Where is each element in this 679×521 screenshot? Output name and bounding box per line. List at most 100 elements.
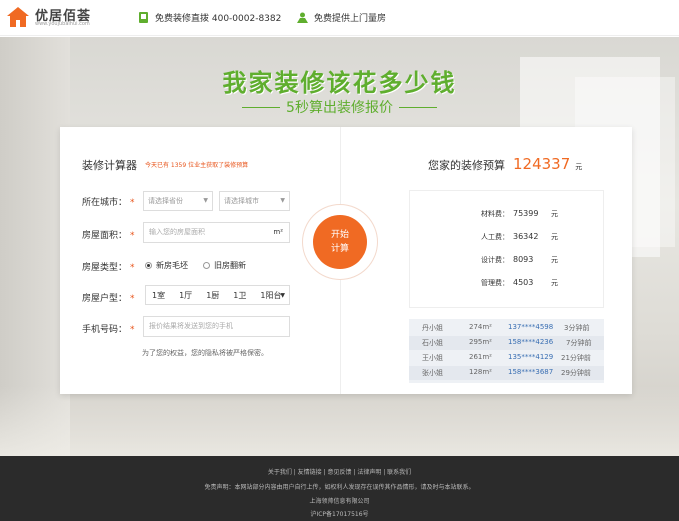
layout-kitchens[interactable]: 1厨 [206,290,219,301]
required-mark: * [130,325,135,335]
layout-label: 房屋户型： * [82,291,135,304]
radio-old-house[interactable]: 旧房翻新 [203,260,246,271]
record-name: 王小姐 [422,354,443,362]
calculator-title: 装修计算器 [82,159,137,172]
breakdown-label: 材料费： [481,210,509,218]
record-time: 7分钟前 [566,339,592,347]
province-select[interactable]: 请选择省份 ▼ [143,191,213,211]
type-radio-group: 新房毛坯 旧房翻新 [145,260,295,272]
footer-icp[interactable]: 沪ICP备17017516号 [0,509,679,518]
logo[interactable]: 优居佰荟 www.youjubaihui.com [6,4,101,32]
hero-subtitle-text: 5秒算出装修报价 [286,100,393,116]
type-label: 房屋类型： * [82,260,135,273]
layout-label-text: 房屋户型： [82,294,128,304]
chevron-down-icon: ▼ [280,197,285,204]
service-text: 免费提供上门量房 [314,13,387,24]
radio-unchecked-icon [203,262,210,269]
budget-total: 124337 [513,155,571,173]
record-area: 261m² [469,353,492,361]
record-name: 石小姐 [422,339,443,347]
record-time: 29分钟前 [561,369,591,377]
layout-baths[interactable]: 1卫 [233,290,246,301]
hotline-text: 免费装修直拨 400-0002-8382 [155,13,282,24]
breakdown-unit: 元 [551,279,558,287]
required-mark: * [130,263,135,273]
breakdown-row: 设计费： 8093 元 [410,255,605,267]
record-area: 274m² [469,323,492,331]
calculator-tip: 今天已有 1359 位业主获取了装修预算 [145,162,249,169]
breakdown-unit: 元 [551,256,558,264]
record-phone: 137****4598 [508,323,554,331]
calculator-card: 装修计算器 今天已有 1359 位业主获取了装修预算 所在城市： * 请选择省份 … [60,127,632,394]
hotline[interactable]: 免费装修直拨 400-0002-8382 [138,10,281,24]
breakdown-label: 设计费： [481,256,509,264]
record-time: 21分钟前 [561,354,591,362]
footer-disclaimer: 免责声明：本网站部分内容由用户自行上传，如权利人发现存在误传其作品情形，请及时与… [204,484,475,491]
required-mark: * [130,198,135,208]
area-placeholder: 输入您的房屋面积 [149,228,205,236]
record-area: 295m² [469,338,492,346]
budget-heading: 您家的装修预算 124337 元 [428,155,582,173]
radio-new-label: 新房毛坯 [156,261,188,270]
phone-label-text: 手机号码： [82,325,128,335]
subtitle-line-left [242,106,281,108]
privacy-note: 为了您的权益，您的隐私将被严格保密。 [142,349,268,357]
floor [0,386,679,456]
layout-rooms[interactable]: 1室 [152,290,165,301]
record-row: 王小姐 261m² 135****4129 21分钟前 [409,351,604,365]
start-calculate-button[interactable]: 开始 计算 [313,215,367,269]
hero-subtitle: 5秒算出装修报价 [0,97,679,117]
breakdown-unit: 元 [551,233,558,241]
measure-service[interactable]: 免费提供上门量房 [297,10,386,24]
radio-old-label: 旧房翻新 [214,261,246,270]
breakdown-unit: 元 [551,210,558,218]
breakdown-value: 75399 [513,209,539,218]
area-unit: m² [273,228,283,236]
breakdown-value: 8093 [513,255,534,264]
layout-select[interactable]: 1室 1厅 1厨 1卫 1阳台 ▼ [145,285,290,305]
house-logo-icon [7,7,29,27]
recent-records: 丹小姐 274m² 137****4598 3分钟前 石小姐 295m² 158… [409,319,604,383]
breakdown-row: 材料费： 75399 元 [410,209,605,221]
phone-placeholder: 报价结果将发送到您的手机 [149,322,233,330]
layout-balconies[interactable]: 1阳台 [260,290,281,301]
record-row: 丹小姐 274m² 137****4598 3分钟前 [409,321,604,335]
required-mark: * [130,294,135,304]
layout-halls[interactable]: 1厅 [179,290,192,301]
footer-company: 上海领帅信息有限公司 [309,498,370,505]
top-header: 优居佰荟 www.youjubaihui.com 免费装修直拨 400-0002… [0,0,679,36]
record-area: 128m² [469,368,492,376]
area-label: 房屋面积： * [82,228,135,241]
required-mark: * [130,231,135,241]
logo-url: www.youjubaihui.com [35,21,90,27]
record-row: 张小姐 128m² 158****3687 29分钟前 [409,366,604,380]
breakdown-label: 管理费： [481,279,509,287]
chevron-down-icon: ▼ [280,291,285,299]
city-label-text: 所在城市： [82,198,128,208]
budget-breakdown: 材料费： 75399 元 人工费： 36342 元 设计费： 8093 元 管理… [409,190,604,308]
city-select[interactable]: 请选择城市 ▼ [219,191,290,211]
record-name: 张小姐 [422,369,443,377]
start-line1: 开始 [330,230,349,240]
footer-links[interactable]: 关于我们 | 友情链接 | 意见反馈 | 法律声明 | 联系我们 [0,467,679,476]
breakdown-value: 36342 [513,232,539,241]
type-label-text: 房屋类型： [82,263,128,273]
budget-title: 您家的装修预算 [428,159,505,172]
breakdown-value: 4503 [513,278,534,287]
start-line2: 计算 [330,244,349,254]
subtitle-line-right [398,106,437,108]
record-time: 3分钟前 [564,324,590,332]
radio-new-house[interactable]: 新房毛坯 [145,260,188,271]
breakdown-row: 管理费： 4503 元 [410,278,605,290]
phone-input[interactable]: 报价结果将发送到您的手机 [143,316,290,337]
record-name: 丹小姐 [422,324,443,332]
record-phone: 158****3687 [508,368,554,376]
city-placeholder: 请选择城市 [224,197,259,205]
phone-label: 手机号码： * [82,322,135,335]
breakdown-label: 人工费： [481,233,509,241]
chevron-down-icon: ▼ [203,197,208,204]
radio-checked-icon [145,262,152,269]
record-phone: 158****4236 [508,338,554,346]
record-phone: 135****4129 [508,353,554,361]
area-input[interactable]: 输入您的房屋面积 m² [143,222,290,243]
